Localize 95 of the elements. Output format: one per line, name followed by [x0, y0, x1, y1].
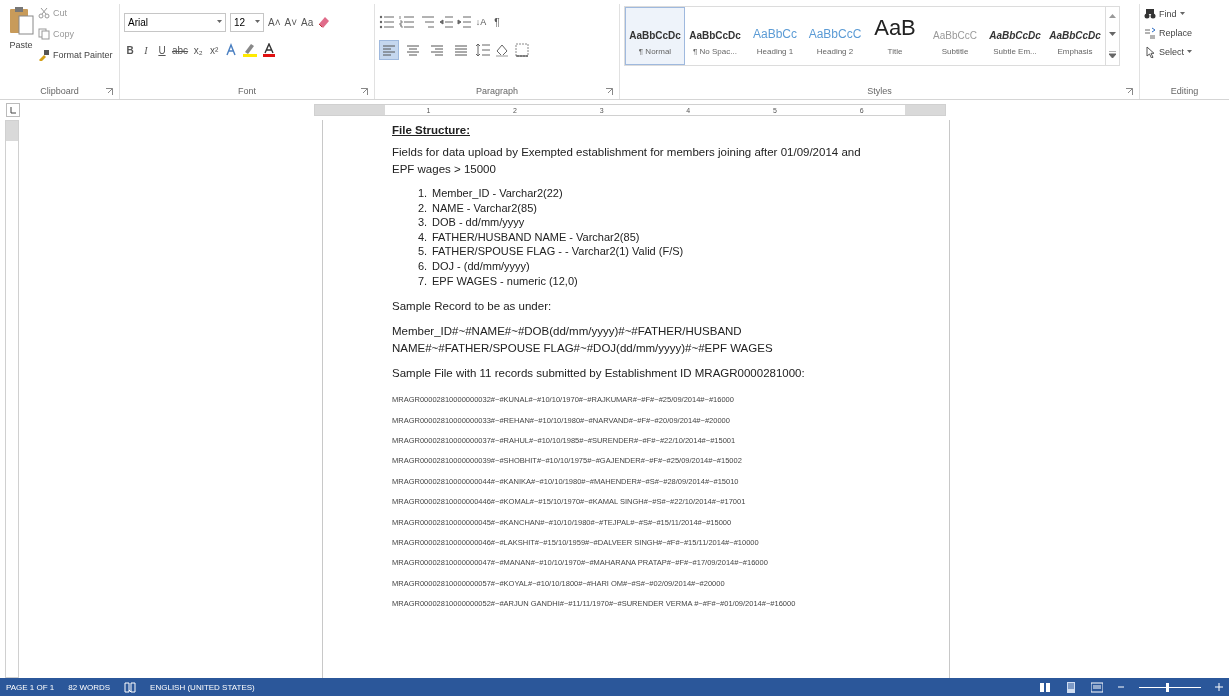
font-color-icon[interactable] — [262, 43, 277, 57]
paragraph: Sample Record to be as under: — [392, 299, 553, 315]
list-item-text: EPF WAGES - numeric (12,0) — [432, 274, 578, 287]
group-label: Paragraph — [476, 86, 518, 96]
grow-font-button[interactable]: A˄ — [268, 13, 281, 31]
list-number: 4. — [418, 229, 429, 245]
web-layout-icon[interactable] — [1091, 681, 1103, 693]
caret-icon — [1187, 50, 1192, 54]
change-case-button[interactable]: Aa — [301, 13, 314, 31]
strikethrough-button[interactable]: abc — [172, 41, 189, 59]
document-heading: File Structure: — [392, 124, 471, 136]
style-option[interactable]: AaB Title — [865, 7, 925, 65]
style-option[interactable]: AaBbCc Heading 1 — [745, 7, 805, 65]
proofing-book-icon[interactable] — [124, 681, 137, 693]
zoom-slider-thumb[interactable] — [1165, 682, 1169, 692]
borders-icon[interactable] — [515, 43, 529, 57]
paste-button[interactable]: Paste — [4, 4, 38, 83]
paragraph: Sample File with 11 records submitted by Establishment ID MRAGR0000281000: — [392, 366, 806, 382]
caret-icon — [1179, 12, 1185, 16]
tab-selector-icon[interactable] — [6, 103, 20, 117]
shading-icon[interactable] — [495, 43, 511, 57]
zoom-out-icon[interactable] — [1117, 683, 1125, 691]
text-effects-icon[interactable] — [224, 43, 239, 57]
list-number: 3. — [418, 215, 429, 230]
align-left-icon — [382, 43, 396, 57]
select-button[interactable]: Select — [1144, 44, 1225, 60]
list-number: 5. — [418, 244, 429, 259]
shrink-font-button[interactable]: A˅ — [284, 13, 298, 31]
paintbrush-icon — [38, 49, 50, 61]
list-item-text: NAME - Varchar2(85) — [432, 201, 537, 214]
style-option[interactable]: AaBbCcC Subtitle — [925, 7, 985, 65]
binoculars-icon — [1144, 8, 1156, 20]
read-mode-icon[interactable] — [1039, 681, 1051, 693]
clipboard-icon — [8, 6, 34, 36]
list-item-text: FATHER/HUSBAND NAME - Varchar2(85) — [432, 230, 640, 243]
bullet-list-icon[interactable] — [379, 15, 395, 29]
language-indicator[interactable]: ENGLISH (UNITED STATES) — [150, 682, 255, 692]
decrease-indent-icon[interactable] — [439, 15, 453, 29]
find-button[interactable]: Find — [1144, 6, 1225, 22]
style-option[interactable]: AaBbCcC Heading 2 — [805, 7, 865, 65]
numbered-list-icon[interactable] — [399, 15, 415, 29]
italic-button[interactable]: I — [140, 41, 152, 59]
caret-icon — [217, 20, 222, 24]
list-number: 6. — [418, 258, 429, 274]
gallery-scrollbar[interactable] — [1105, 7, 1119, 65]
print-layout-icon[interactable] — [1065, 681, 1077, 693]
underline-button[interactable]: U — [156, 41, 168, 59]
group-label: Editing — [1170, 86, 1199, 96]
more-icon — [1109, 51, 1116, 59]
paragraph: Member_ID#~#NAME#~#DOB(dd/mm/yyyy)#~#FATHER/HUSBAND NAME#~#FATHER/SPOUSE FLAG#~#DOJ(dd/mm/yyyy)#~#EPF WAGES — [392, 324, 774, 357]
zoom-in-icon[interactable] — [1215, 683, 1223, 691]
align-justify-icon — [454, 43, 468, 57]
group-label: Font — [238, 86, 256, 96]
page-count[interactable]: PAGE 1 OF 1 — [6, 682, 55, 692]
format-painter-button[interactable]: Format Painter — [38, 47, 113, 63]
superscript-button[interactable]: x² — [208, 41, 221, 59]
increase-indent-icon[interactable] — [457, 15, 471, 29]
style-option[interactable]: AaBbCcDc ¶ No Spac... — [685, 7, 745, 65]
scissors-icon — [38, 7, 50, 19]
paragraph: Fields for data upload by Exempted establishment for members joining after 01/09/2014 and EPF wages > 15000 — [392, 145, 862, 177]
cursor-icon — [1144, 46, 1156, 58]
list-item-text: FATHER/SPOUSE FLAG - - Varchar2(1) Valid (F/S) — [432, 245, 684, 258]
dialog-launcher-icon[interactable] — [361, 87, 368, 95]
list-item-text: Member_ID - Varchar2(22) — [432, 187, 563, 199]
font-name-field[interactable]: Arial — [124, 12, 226, 32]
align-center-icon — [406, 43, 420, 57]
dialog-launcher-icon[interactable] — [1126, 87, 1133, 95]
list-item-text: DOB - dd/mm/yyyy — [432, 216, 525, 229]
style-option[interactable]: AaBbCcDc ¶ Normal — [625, 7, 685, 65]
dialog-launcher-icon[interactable] — [106, 87, 113, 95]
line-spacing-icon[interactable] — [475, 43, 491, 57]
list-item-text: DOJ - (dd/mm/yyyy) — [432, 259, 530, 272]
scroll-down-icon — [1109, 32, 1116, 38]
eraser-icon[interactable] — [317, 15, 332, 29]
show-formatting-button[interactable]: ¶ — [491, 13, 503, 31]
align-right-icon — [430, 43, 444, 57]
caret-icon — [255, 20, 260, 24]
scroll-up-icon — [1109, 13, 1116, 19]
font-size-field[interactable]: 12 — [230, 12, 264, 32]
list-number: 2. — [418, 200, 429, 216]
replace-icon — [1144, 27, 1156, 39]
sort-button[interactable]: ↓A — [475, 13, 487, 31]
group-label: Styles — [867, 86, 892, 96]
list-number: 7. — [418, 273, 429, 289]
list-number: 1. — [418, 186, 429, 201]
copy-icon — [38, 28, 50, 40]
dialog-launcher-icon[interactable] — [606, 87, 613, 95]
style-option[interactable]: AaBbCcDc Emphasis — [1045, 7, 1105, 65]
word-count[interactable]: 82 WORDS — [68, 682, 111, 692]
replace-button[interactable]: Replace — [1144, 25, 1225, 41]
group-label: Clipboard — [40, 86, 79, 96]
multilevel-list-icon[interactable] — [419, 15, 435, 29]
style-option[interactable]: AaBbCcDc Subtle Em... — [985, 7, 1045, 65]
bold-button[interactable]: B — [124, 41, 136, 59]
subscript-button[interactable]: x₂ — [192, 41, 205, 59]
